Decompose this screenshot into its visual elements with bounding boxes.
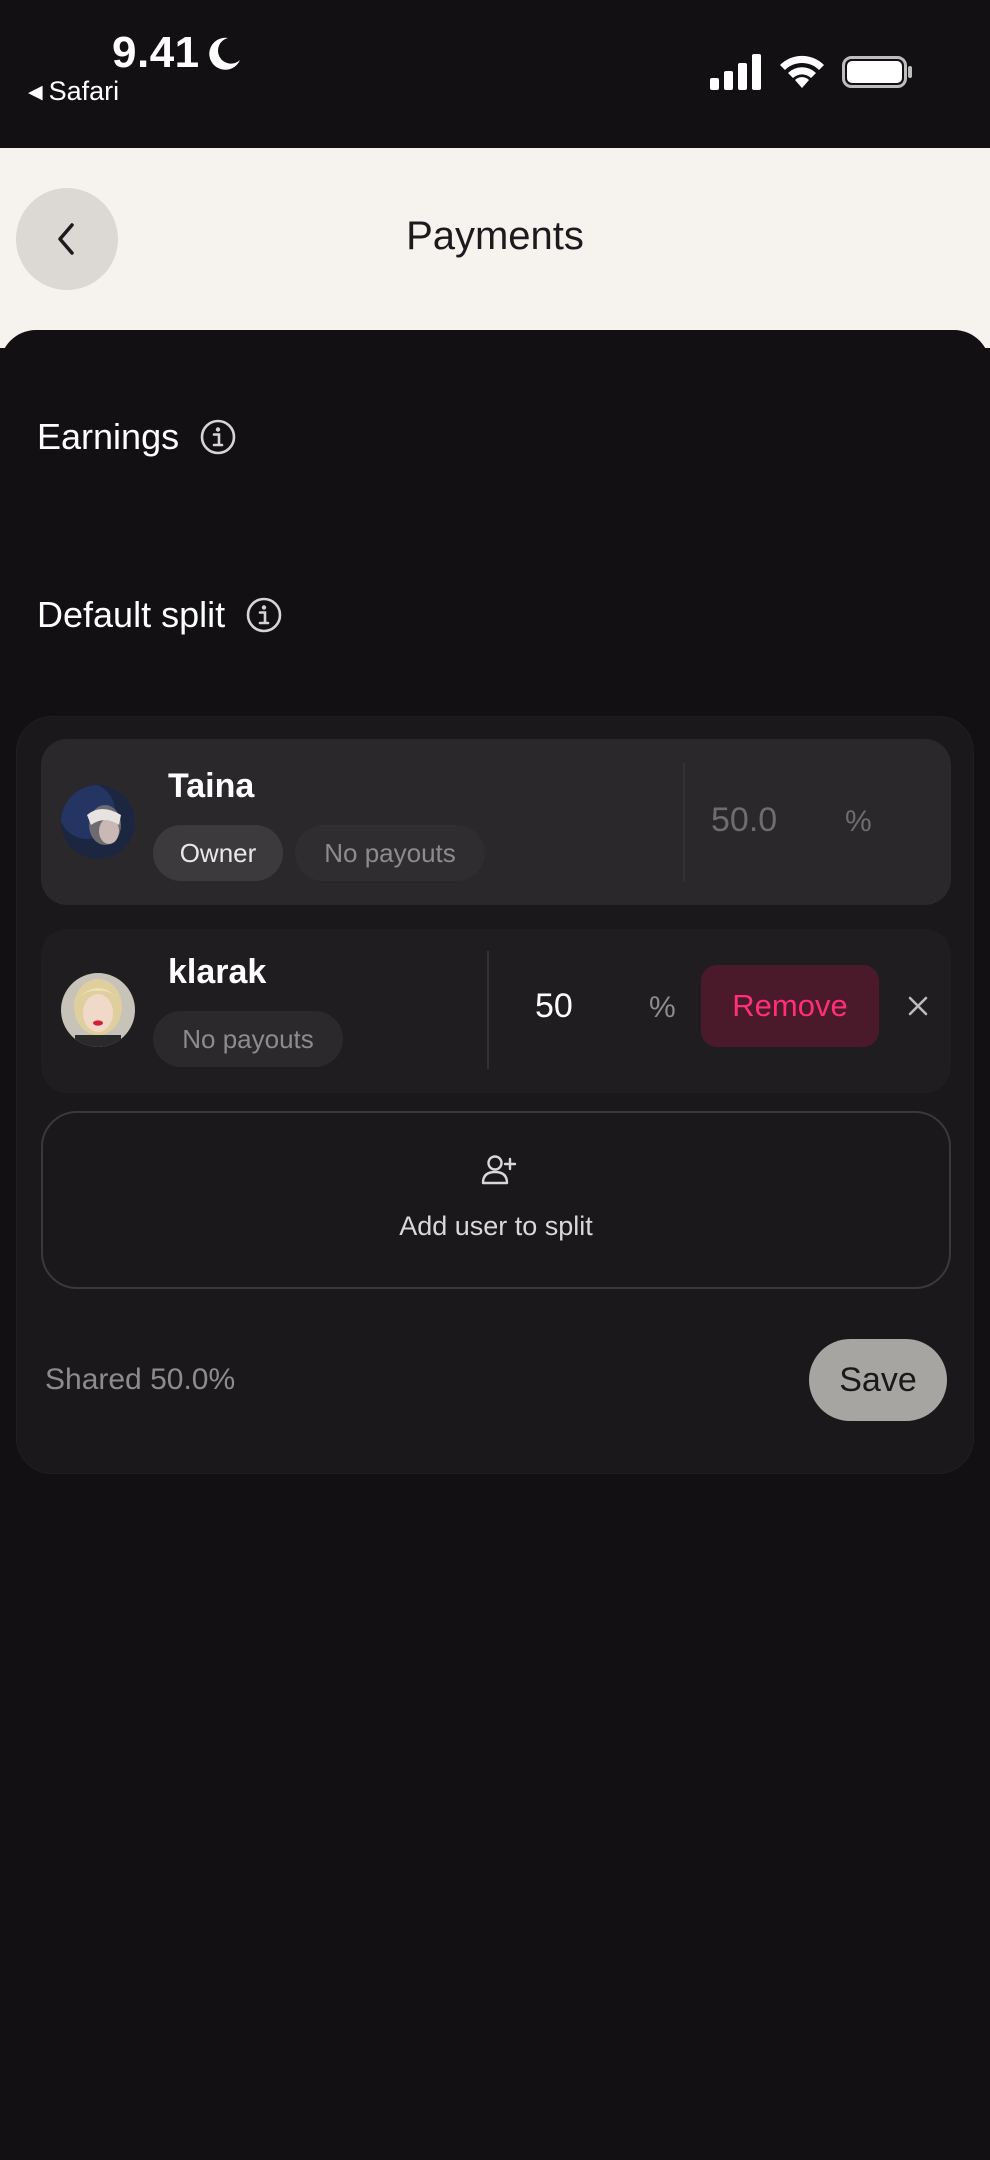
shared-total: Shared 50.0% <box>45 1363 236 1396</box>
add-user-button[interactable]: Add user to split <box>41 1111 951 1289</box>
row-divider <box>683 763 685 881</box>
back-app-label: Safari <box>48 76 120 106</box>
earnings-heading: Earnings <box>37 416 237 458</box>
split-member-row: klarak No payouts 50 % Remove <box>41 929 951 1093</box>
save-button[interactable]: Save <box>809 1339 947 1421</box>
split-member-row: Taina Owner No payouts 50.0 % <box>41 739 951 905</box>
info-icon[interactable] <box>199 418 237 456</box>
row-divider <box>487 951 489 1069</box>
battery-icon <box>842 56 912 88</box>
back-to-app-link[interactable]: ◀ Safari <box>28 76 119 107</box>
percent-input[interactable]: 50 <box>535 987 573 1026</box>
no-payouts-badge: No payouts <box>153 1011 343 1067</box>
avatar <box>61 973 135 1047</box>
member-name: Taina <box>168 767 255 805</box>
no-payouts-badge: No payouts <box>295 825 485 881</box>
percent-value: 50.0 <box>711 801 778 839</box>
signal-icon <box>710 54 761 90</box>
page-title: Payments <box>406 214 584 258</box>
member-name: klarak <box>168 953 267 991</box>
user-plus-icon <box>481 1155 517 1185</box>
percent-sign: % <box>845 805 872 838</box>
default-split-heading: Default split <box>37 594 283 636</box>
status-time: 9.41 <box>112 28 200 77</box>
default-split-label: Default split <box>37 594 226 635</box>
avatar <box>61 785 135 859</box>
add-user-label: Add user to split <box>399 1211 593 1241</box>
back-triangle-icon: ◀ <box>28 82 43 103</box>
remove-button[interactable]: Remove <box>701 965 879 1047</box>
wifi-icon <box>780 55 824 88</box>
info-icon[interactable] <box>245 596 283 634</box>
percent-sign: % <box>649 991 676 1024</box>
status-bar: 9.41 ◀ Safari <box>0 0 990 148</box>
payments-screen: 9.41 ◀ Safari Payments Earnings Default … <box>0 0 990 2160</box>
close-icon[interactable] <box>903 991 933 1021</box>
top-header: Payments <box>0 148 990 348</box>
earnings-label: Earnings <box>37 416 180 457</box>
split-card: Taina Owner No payouts 50.0 % klarak No … <box>16 716 974 1474</box>
owner-badge: Owner <box>153 825 283 881</box>
moon-icon <box>209 37 240 70</box>
